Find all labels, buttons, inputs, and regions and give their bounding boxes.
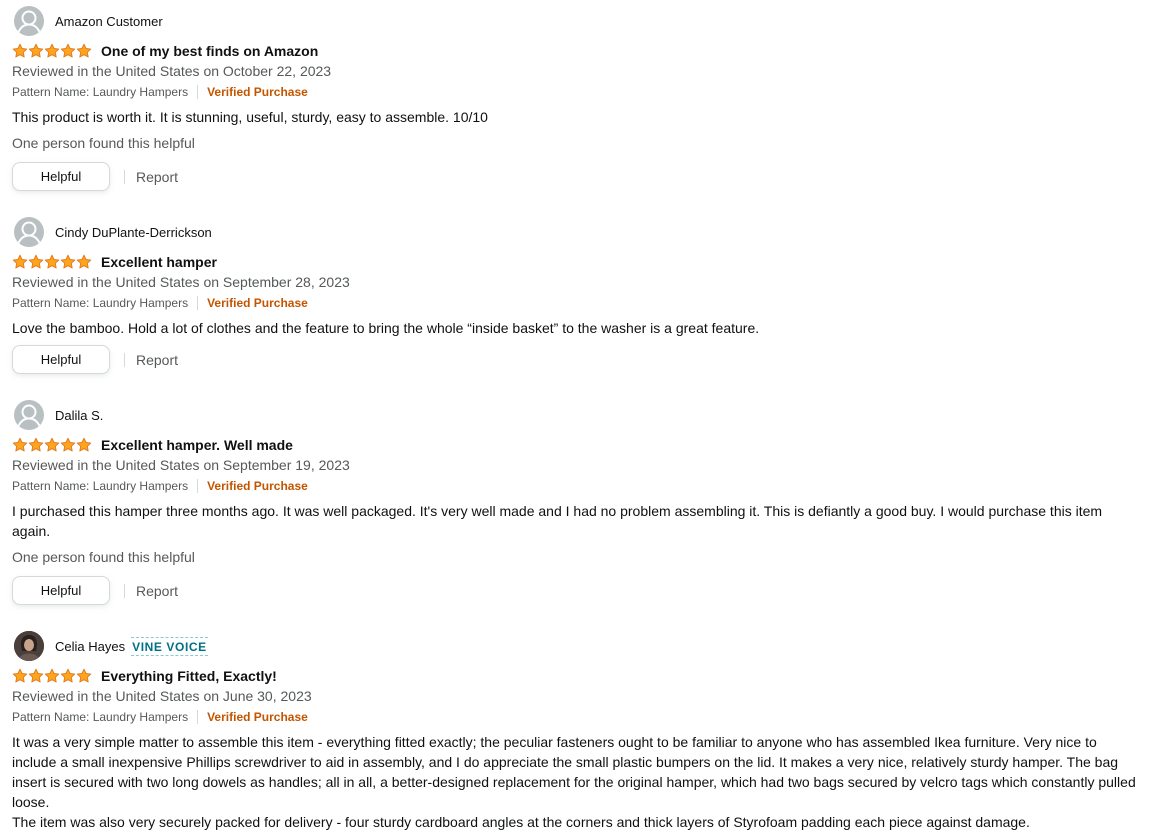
star-icon bbox=[28, 437, 44, 452]
star-icon bbox=[12, 43, 28, 58]
helpful-count: One person found this helpful bbox=[12, 549, 195, 565]
divider bbox=[197, 296, 199, 310]
pattern-name[interactable]: Pattern Name: Laundry Hampers bbox=[12, 296, 188, 310]
star-icon bbox=[60, 437, 76, 452]
report-link[interactable]: Report bbox=[136, 583, 178, 599]
divider bbox=[197, 710, 199, 724]
star-icon bbox=[60, 43, 76, 58]
review-actions: Helpful Report bbox=[12, 162, 178, 191]
vine-voice-badge[interactable]: VINE VOICE bbox=[131, 636, 208, 656]
star-icon bbox=[60, 254, 76, 269]
review-date: Reviewed in the United States on June 30… bbox=[12, 688, 312, 704]
reviewer-profile[interactable]: Celia Hayes VINE VOICE bbox=[14, 631, 208, 661]
review-body-paragraph: It was a very simple matter to assemble … bbox=[12, 734, 1136, 810]
default-avatar-icon bbox=[14, 400, 44, 430]
star-icon bbox=[76, 437, 92, 452]
review-title[interactable]: One of my best finds on Amazon bbox=[101, 43, 318, 59]
reviewer-name[interactable]: Dalila S. bbox=[55, 408, 103, 423]
default-avatar-icon bbox=[14, 217, 44, 247]
review-date: Reviewed in the United States on Septemb… bbox=[12, 457, 350, 473]
divider bbox=[197, 479, 199, 493]
helpful-button[interactable]: Helpful bbox=[12, 576, 110, 605]
report-link[interactable]: Report bbox=[136, 352, 178, 368]
helpful-button[interactable]: Helpful bbox=[12, 162, 110, 191]
star-icon bbox=[76, 43, 92, 58]
star-icon bbox=[28, 668, 44, 683]
verified-purchase-badge[interactable]: Verified Purchase bbox=[207, 85, 308, 99]
star-icon bbox=[12, 254, 28, 269]
reviewer-profile[interactable]: Dalila S. bbox=[14, 400, 103, 430]
review-actions: Helpful Report bbox=[12, 576, 178, 605]
reviewer-profile[interactable]: Cindy DuPlante-Derrickson bbox=[14, 217, 212, 247]
verified-purchase-badge[interactable]: Verified Purchase bbox=[207, 296, 308, 310]
reviewer-name[interactable]: Amazon Customer bbox=[55, 14, 163, 29]
verified-purchase-badge[interactable]: Verified Purchase bbox=[207, 710, 308, 724]
divider bbox=[197, 85, 199, 99]
review-actions: Helpful Report bbox=[12, 345, 178, 374]
review-body: Love the bamboo. Hold a lot of clothes a… bbox=[12, 320, 760, 336]
reviewer-name[interactable]: Celia Hayes bbox=[55, 639, 125, 654]
star-icon bbox=[28, 43, 44, 58]
review-body: It was a very simple matter to assemble … bbox=[12, 732, 1137, 832]
star-icon bbox=[60, 668, 76, 683]
helpful-button[interactable]: Helpful bbox=[12, 345, 110, 374]
verified-purchase-badge[interactable]: Verified Purchase bbox=[207, 479, 308, 493]
pattern-name[interactable]: Pattern Name: Laundry Hampers bbox=[12, 479, 188, 493]
pattern-name[interactable]: Pattern Name: Laundry Hampers bbox=[12, 85, 188, 99]
report-link[interactable]: Report bbox=[136, 169, 178, 185]
star-icon bbox=[76, 254, 92, 269]
profile-photo-icon bbox=[14, 631, 44, 661]
star-rating[interactable] bbox=[12, 668, 92, 684]
star-icon bbox=[76, 668, 92, 683]
star-icon bbox=[44, 437, 60, 452]
star-icon bbox=[44, 254, 60, 269]
star-icon bbox=[44, 43, 60, 58]
default-avatar-icon bbox=[14, 6, 44, 36]
review-date: Reviewed in the United States on October… bbox=[12, 63, 332, 79]
review-title[interactable]: Excellent hamper. Well made bbox=[101, 437, 293, 453]
helpful-count: One person found this helpful bbox=[12, 135, 195, 151]
review-meta: Pattern Name: Laundry Hampers Verified P… bbox=[12, 296, 308, 310]
review-meta: Pattern Name: Laundry Hampers Verified P… bbox=[12, 85, 308, 99]
review-title[interactable]: Everything Fitted, Exactly! bbox=[101, 668, 277, 684]
review-title[interactable]: Excellent hamper bbox=[101, 254, 217, 270]
review-body: This product is worth it. It is stunning… bbox=[12, 109, 488, 125]
divider bbox=[124, 583, 125, 598]
review-body: I purchased this hamper three months ago… bbox=[12, 503, 1103, 539]
star-icon bbox=[12, 668, 28, 683]
star-icon bbox=[28, 254, 44, 269]
star-icon bbox=[12, 437, 28, 452]
review-body-paragraph: The item was also very securely packed f… bbox=[12, 814, 1030, 830]
review-meta: Pattern Name: Laundry Hampers Verified P… bbox=[12, 710, 308, 724]
review-date: Reviewed in the United States on Septemb… bbox=[12, 274, 350, 290]
reviewer-profile[interactable]: Amazon Customer bbox=[14, 6, 163, 36]
star-rating[interactable] bbox=[12, 437, 92, 453]
star-rating[interactable] bbox=[12, 254, 92, 270]
divider bbox=[124, 169, 125, 184]
star-rating[interactable] bbox=[12, 43, 92, 59]
review-meta: Pattern Name: Laundry Hampers Verified P… bbox=[12, 479, 308, 493]
pattern-name[interactable]: Pattern Name: Laundry Hampers bbox=[12, 710, 188, 724]
reviewer-name[interactable]: Cindy DuPlante-Derrickson bbox=[55, 225, 212, 240]
star-icon bbox=[44, 668, 60, 683]
divider bbox=[124, 352, 125, 367]
